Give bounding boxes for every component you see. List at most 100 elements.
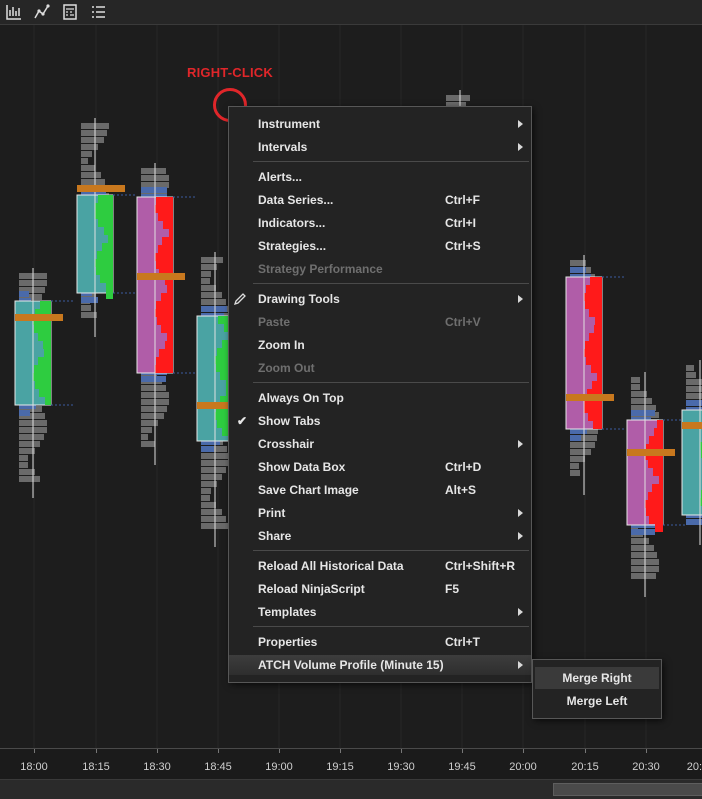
menu-separator [253, 626, 529, 627]
menu-item-label: Zoom Out [258, 361, 315, 375]
menu-item-instrument[interactable]: Instrument [229, 114, 531, 134]
volume-histogram-bar [631, 384, 640, 390]
menu-item-label: Share [258, 529, 292, 543]
candle-edge [33, 373, 51, 381]
menu-item-crosshair[interactable]: Crosshair [229, 434, 531, 454]
candle-edge [648, 492, 663, 500]
menu-item-drawing-tools[interactable]: Drawing Tools [229, 289, 531, 309]
volume-histogram-bar [19, 455, 28, 461]
menu-item-zoom-out: Zoom Out [229, 358, 531, 378]
menu-item-print[interactable]: Print [229, 503, 531, 523]
menu-item-strategies[interactable]: Strategies... Ctrl+S [229, 236, 531, 256]
bar-chart-icon[interactable] [3, 2, 25, 22]
volume-histogram-bar [631, 410, 655, 416]
menu-item-zoom-in[interactable]: Zoom In [229, 335, 531, 355]
volume-histogram-bar [19, 476, 40, 482]
menu-item-label: Properties [258, 635, 318, 649]
volume-histogram-bar [141, 406, 167, 412]
submenu-arrow-icon [518, 295, 523, 303]
horizontal-scrollbar[interactable] [0, 779, 702, 799]
menu-item-shortcut: Ctrl+S [445, 239, 481, 253]
scrollbar-thumb[interactable] [553, 783, 702, 796]
candle-edge [34, 325, 51, 333]
volume-histogram-bar [631, 545, 654, 551]
volume-histogram-bar [631, 552, 657, 558]
time-label: 20:15 [571, 761, 599, 773]
list-icon[interactable] [87, 2, 109, 22]
volume-histogram-bar [141, 168, 166, 174]
submenu-arrow-icon [518, 143, 523, 151]
candle-edge [155, 253, 173, 261]
volume-histogram-bar [201, 257, 223, 263]
volume-histogram-bar [81, 130, 107, 136]
menu-item-reload-all-historical-data[interactable]: Reload All Historical Data Ctrl+Shift+R [229, 556, 531, 576]
candle-edge [593, 421, 602, 429]
volume-histogram-bar [201, 306, 227, 312]
menu-item-label: Show Tabs [258, 414, 321, 428]
candle-edge [167, 285, 173, 293]
candle-edge [95, 259, 113, 267]
menu-item-show-tabs[interactable]: ✔ Show Tabs [229, 411, 531, 431]
menu-item-share[interactable]: Share [229, 526, 531, 546]
menu-item-label: Crosshair [258, 437, 315, 451]
submenu-item-merge-right[interactable]: Merge Right [535, 667, 659, 689]
menu-item-indicators[interactable]: Indicators... Ctrl+I [229, 213, 531, 233]
volume-histogram-bar [201, 271, 211, 277]
drawing-tool-icon[interactable] [31, 2, 53, 22]
time-tick [646, 749, 647, 753]
volume-histogram-bar [446, 95, 470, 101]
time-tick [34, 749, 35, 753]
candle-edge [659, 476, 663, 484]
volume-histogram-bar [19, 434, 44, 440]
menu-item-atch-volume-profile-minute-15[interactable]: ATCH Volume Profile (Minute 15) [229, 655, 531, 675]
pencil-icon [233, 292, 247, 312]
menu-item-show-data-box[interactable]: Show Data Box Ctrl+D [229, 457, 531, 477]
time-label: 18:30 [143, 761, 171, 773]
volume-histogram-bar [201, 292, 222, 298]
submenu-arrow-icon [518, 440, 523, 448]
volume-histogram-bar [570, 456, 585, 462]
menu-item-label: Data Series... [258, 193, 334, 207]
menu-item-always-on-top[interactable]: Always On Top [229, 388, 531, 408]
candle-edge [108, 235, 113, 243]
menu-item-properties[interactable]: Properties Ctrl+T [229, 632, 531, 652]
volume-histogram-bar [19, 291, 29, 297]
poc-bar [15, 314, 63, 321]
volume-histogram-bar [141, 427, 152, 433]
submenu-item-merge-left[interactable]: Merge Left [535, 690, 659, 712]
volume-histogram-bar [141, 187, 167, 193]
poc-bar [77, 185, 125, 192]
menu-item-data-series[interactable]: Data Series... Ctrl+F [229, 190, 531, 210]
volume-histogram-bar [201, 488, 211, 494]
candle-edge [155, 309, 173, 317]
time-tick [585, 749, 586, 753]
volume-histogram-bar [201, 495, 210, 501]
menu-item-alerts[interactable]: Alerts... [229, 167, 531, 187]
calculator-icon[interactable] [59, 2, 81, 22]
time-tick [157, 749, 158, 753]
menu-item-templates[interactable]: Templates [229, 602, 531, 622]
candle-edge [595, 317, 602, 325]
candle-edge [649, 436, 663, 444]
submenu-arrow-icon [518, 661, 523, 669]
time-label: 19:45 [448, 761, 476, 773]
volume-histogram-bar [141, 434, 148, 440]
candle-edge [97, 251, 113, 259]
menu-item-reload-ninjascript[interactable]: Reload NinjaScript F5 [229, 579, 531, 599]
candle-edge [38, 333, 51, 341]
menu-item-shortcut: Ctrl+V [445, 315, 481, 329]
candle-edge [39, 389, 51, 397]
right-click-annotation: RIGHT-CLICK [187, 65, 273, 80]
candle-edge [155, 365, 173, 373]
volume-histogram-bar [631, 398, 652, 404]
menu-item-intervals[interactable]: Intervals [229, 137, 531, 157]
menu-separator [253, 550, 529, 551]
poc-bar [682, 422, 702, 429]
time-label: 18:15 [82, 761, 110, 773]
menu-item-label: Always On Top [258, 391, 344, 405]
menu-item-save-chart-image[interactable]: Save Chart Image Alt+S [229, 480, 531, 500]
time-tick [523, 749, 524, 753]
volume-histogram-bar [19, 410, 30, 416]
volume-histogram-bar [201, 446, 214, 452]
candle-edge [156, 261, 173, 269]
